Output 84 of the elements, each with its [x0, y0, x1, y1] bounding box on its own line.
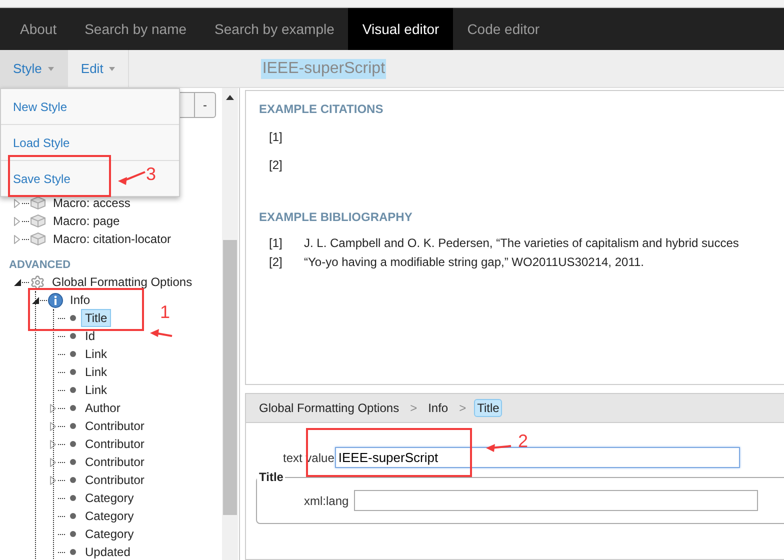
nav-tab[interactable]: Visual editor	[348, 8, 454, 50]
collapsed-toggle-icon[interactable]	[50, 458, 56, 466]
section-heading: EXAMPLE BIBLIOGRAPHY	[259, 210, 414, 224]
dot-icon	[70, 387, 76, 393]
dot-icon	[70, 495, 76, 501]
tree-item[interactable]: Info	[66, 291, 94, 309]
dot-icon	[70, 531, 76, 537]
dot-icon	[70, 549, 76, 555]
tree-item[interactable]: Macro: page	[49, 212, 124, 230]
entry-number: [1]	[269, 236, 284, 250]
breadcrumb-item[interactable]: Global Formatting Options	[256, 399, 402, 417]
tree-item[interactable]: Link	[81, 345, 112, 363]
menu-item[interactable]: Save Style	[13, 172, 70, 186]
tree-item[interactable]: Category	[81, 525, 138, 543]
collapsed-toggle-icon[interactable]	[50, 404, 56, 412]
section-heading: ADVANCED	[9, 258, 72, 273]
tree-item[interactable]: Contributor	[81, 471, 148, 489]
tree-item[interactable]: Macro: citation-locator	[49, 230, 176, 248]
dot-icon	[70, 351, 76, 357]
scrollbar[interactable]	[222, 88, 238, 560]
scroll-up-icon[interactable]	[226, 95, 234, 100]
menu-item[interactable]: Load Style	[13, 136, 70, 150]
dot-icon	[70, 513, 76, 519]
bibliography-entry: J. L. Campbell and O. K. Pedersen, “The varieties of capitalism and hybrid succes	[304, 236, 739, 250]
tree-item[interactable]: Updated	[81, 543, 134, 560]
caret-icon	[48, 66, 54, 70]
info-icon	[48, 292, 63, 308]
breadcrumb-item[interactable]: Info	[425, 399, 452, 417]
tree-button[interactable]: -	[194, 92, 216, 118]
tree-item[interactable]: Global Formatting Options	[48, 273, 196, 291]
cube-icon	[30, 196, 46, 210]
caret-icon	[109, 66, 116, 70]
tree-item[interactable]: Category	[81, 507, 138, 525]
input-field[interactable]: IEEE-superScript	[335, 447, 740, 468]
tree-item[interactable]: Author	[81, 399, 124, 417]
tree-item[interactable]: Title	[81, 309, 112, 327]
tree-item[interactable]: Link	[81, 363, 112, 381]
style-name: IEEE-superScript	[261, 58, 386, 78]
scrollbar-thumb[interactable]	[223, 240, 237, 515]
section-heading: EXAMPLE CITATIONS	[259, 102, 384, 116]
dot-icon	[70, 369, 76, 375]
breadcrumb-separator: >	[459, 401, 466, 415]
tree-item[interactable]: Contributor	[81, 453, 148, 471]
nav-tab[interactable]: About	[6, 8, 71, 50]
menu-button[interactable]: Edit	[68, 50, 130, 87]
field-label: xml:lang	[304, 494, 349, 508]
entry-number: [2]	[269, 255, 284, 269]
collapsed-toggle-icon[interactable]	[50, 422, 56, 430]
dot-icon	[70, 423, 76, 429]
breadcrumb-item[interactable]: Title	[474, 399, 502, 417]
dot-icon	[70, 405, 76, 411]
gear-icon	[30, 274, 45, 290]
nav-tab[interactable]: Search by name	[70, 8, 201, 50]
collapsed-toggle-icon[interactable]	[14, 234, 20, 244]
collapsed-toggle-icon[interactable]	[50, 440, 56, 448]
bibliography-entry: “Yo-yo having a modifiable string gap,” WO2011US30214, 2011.	[304, 255, 644, 269]
breadcrumb-separator: >	[410, 401, 418, 415]
fieldset-legend: Title	[257, 470, 286, 484]
citation: [2]	[269, 158, 284, 172]
input-field[interactable]	[354, 490, 758, 511]
tree-item[interactable]: Contributor	[81, 417, 148, 435]
nav-tab[interactable]: Search by example	[200, 8, 348, 50]
annotation-number: 1	[160, 302, 170, 323]
dot-icon	[70, 459, 76, 465]
tree-item[interactable]: Category	[81, 489, 138, 507]
expanded-toggle-icon[interactable]	[32, 296, 38, 304]
dot-icon	[70, 477, 76, 483]
collapsed-toggle-icon[interactable]	[50, 476, 56, 484]
tree-item[interactable]: Contributor	[81, 435, 148, 453]
nav-tab[interactable]: Code editor	[453, 8, 554, 50]
menu-item[interactable]: New Style	[13, 100, 68, 114]
expanded-toggle-icon[interactable]	[14, 278, 20, 286]
dot-icon	[70, 441, 76, 447]
tree-item[interactable]: Link	[81, 381, 112, 399]
tree-item[interactable]: Macro: access	[49, 194, 134, 212]
tree-item[interactable]: Id	[81, 327, 100, 345]
dot-icon	[70, 315, 76, 321]
cube-icon	[30, 214, 46, 228]
cube-icon	[30, 232, 46, 246]
collapsed-toggle-icon[interactable]	[14, 216, 20, 226]
annotation-number: 3	[146, 164, 156, 185]
citation: [1]	[269, 130, 284, 144]
collapsed-toggle-icon[interactable]	[14, 198, 20, 208]
dot-icon	[70, 333, 76, 339]
